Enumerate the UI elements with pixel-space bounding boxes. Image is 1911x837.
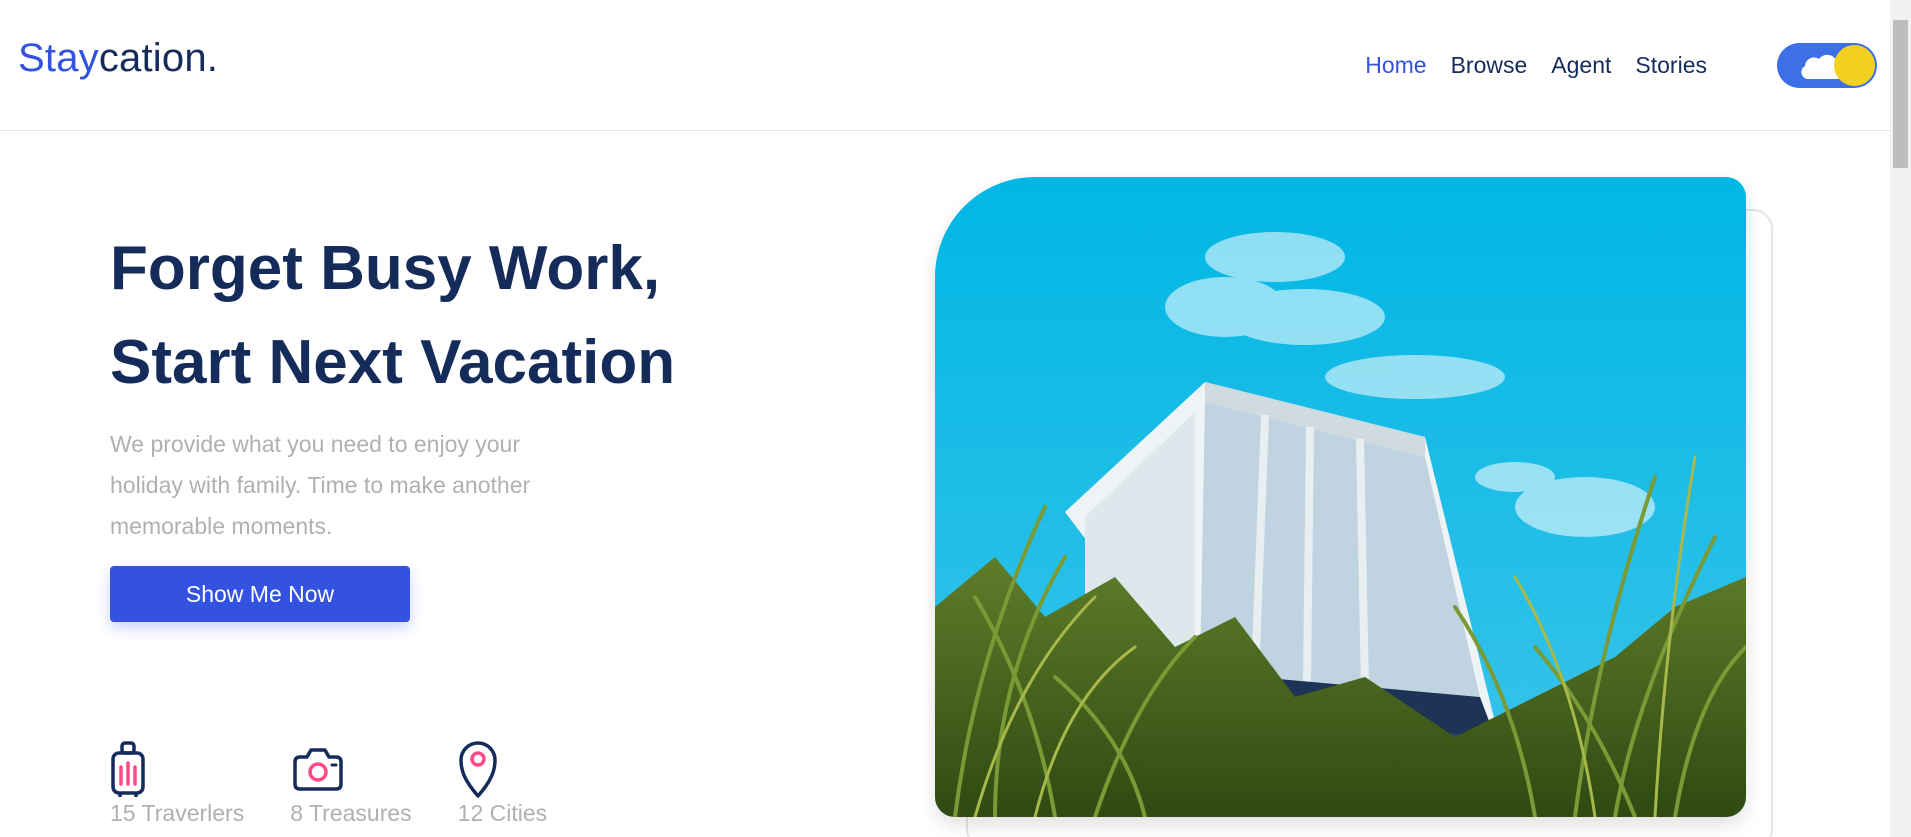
nav-agent[interactable]: Agent xyxy=(1551,52,1611,79)
stat-travelers: 15 Traverlers xyxy=(110,740,244,827)
hero-image xyxy=(935,177,1746,817)
stat-label: 12 Cities xyxy=(457,800,548,826)
hero-title-line1: Forget Busy Work, xyxy=(110,234,661,303)
nav-browse[interactable]: Browse xyxy=(1451,52,1528,79)
hero-title: Forget Busy Work, Start Next Vacation xyxy=(110,222,675,410)
stat-treasures: 8 Treasures xyxy=(290,740,412,827)
stats: 15 Traverlers 8 Treasures 12 Cities xyxy=(110,740,547,827)
stat-label: 15 Traverlers xyxy=(110,800,245,826)
hero-title-line2: Start Next Vacation xyxy=(110,328,676,397)
theme-toggle[interactable] xyxy=(1777,43,1877,88)
scrollbar-thumb[interactable] xyxy=(1893,20,1908,168)
show-me-now-button[interactable]: Show Me Now xyxy=(110,566,410,622)
logo[interactable]: Staycation. xyxy=(18,38,218,78)
scrollbar[interactable] xyxy=(1890,0,1911,837)
main-nav: Home Browse Agent Stories xyxy=(1365,52,1707,79)
page: Staycation. Home Browse Agent Stories Fo… xyxy=(0,0,1911,837)
stat-cities: 12 Cities xyxy=(458,740,547,827)
stat-label: 8 Treasures xyxy=(290,800,412,826)
nav-home[interactable]: Home xyxy=(1365,52,1426,79)
header: Staycation. Home Browse Agent Stories xyxy=(0,0,1890,131)
camera-icon xyxy=(293,748,343,791)
logo-cation: cation. xyxy=(98,36,219,80)
hero-photo xyxy=(935,177,1746,817)
nav-stories[interactable]: Stories xyxy=(1635,52,1707,79)
logo-stay: Stay xyxy=(18,36,99,80)
suitcase-icon xyxy=(111,741,145,797)
hero-description: We provide what you need to enjoy your h… xyxy=(110,431,531,539)
map-pin-icon xyxy=(458,741,497,798)
sun-icon xyxy=(1834,45,1875,86)
